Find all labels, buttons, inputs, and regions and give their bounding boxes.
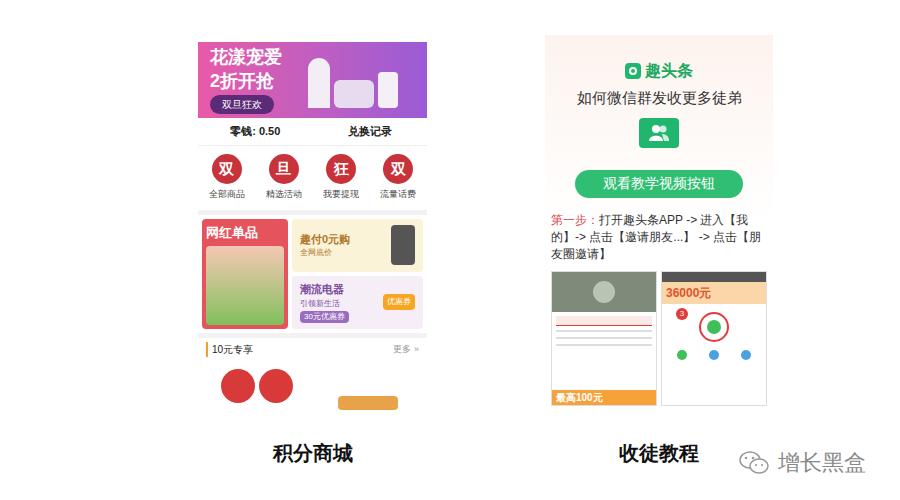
category-item[interactable]: 旦精选活动	[255, 154, 312, 202]
group-icon	[639, 118, 679, 148]
exchange-link[interactable]: 兑换记录	[313, 123, 428, 140]
caption: 收徒教程	[619, 438, 699, 468]
category-item[interactable]: 狂我要提现	[313, 154, 370, 202]
mini-screenshot: 36000元 3	[661, 271, 767, 407]
wechat-icon	[738, 450, 770, 476]
category-icon: 旦	[269, 154, 299, 184]
category-item[interactable]: 双流量话费	[370, 154, 427, 202]
appliance-card[interactable]: 潮流电器引领新生活30元优惠券优惠券	[292, 276, 423, 329]
banner-subtitle: 2折开抢	[210, 71, 282, 91]
caption: 积分商城	[273, 438, 353, 468]
balance-label: 零钱: 0.50	[198, 123, 313, 140]
product-image	[290, 52, 415, 108]
tutorial-screenshot: 趣头条如何微信群发收更多徒弟观看教学视频按钮第一步：打开趣头条APP -> 进入…	[545, 35, 773, 410]
logo-text: 趣头条	[645, 59, 693, 83]
watermark: 增长黑盒	[738, 446, 866, 479]
logo-icon	[625, 63, 641, 79]
page: 花漾宠爱2折开抢双旦狂欢零钱: 0.50兑换记录双全部商品旦精选活动狂我要提现双…	[0, 0, 900, 500]
more-link[interactable]: 更多 »	[393, 343, 419, 357]
luggage-image	[391, 225, 415, 265]
step-badge: 3	[676, 308, 688, 320]
promo-banner[interactable]: 花漾宠爱 2折开抢双旦狂欢	[198, 42, 427, 118]
category-icon: 双	[212, 154, 242, 184]
section-title: 10元专享	[206, 342, 253, 357]
featured-card[interactable]: 网红单品	[202, 219, 288, 329]
category-item[interactable]: 双全部商品	[198, 154, 255, 202]
coupon-tag: 优惠券	[383, 294, 415, 310]
mall-screenshot: 花漾宠爱2折开抢双旦狂欢零钱: 0.50兑换记录双全部商品旦精选活动狂我要提现双…	[198, 42, 427, 410]
headline: 如何微信群发收更多徒弟	[577, 87, 742, 110]
featured-photo	[206, 246, 284, 325]
banner-button[interactable]: 双旦狂欢	[210, 95, 274, 114]
category-icon: 双	[383, 154, 413, 184]
step-text: 第一步：打开趣头条APP -> 进入【我的】-> 点击【邀请朋友...】 -> …	[551, 212, 767, 263]
zero-buy-card[interactable]: 趣付0元购全网底价	[292, 219, 423, 272]
banner-title: 花漾宠爱	[210, 47, 282, 67]
category-icon: 狂	[326, 154, 356, 184]
product-thumb[interactable]	[317, 362, 420, 411]
mini-screenshot: 最高100元	[551, 271, 657, 407]
mini-amount: 36000元	[666, 284, 762, 302]
product-thumb[interactable]	[206, 362, 309, 411]
mini-banner: 最高100元	[552, 390, 656, 405]
watch-video-button[interactable]: 观看教学视频按钮	[575, 170, 743, 198]
